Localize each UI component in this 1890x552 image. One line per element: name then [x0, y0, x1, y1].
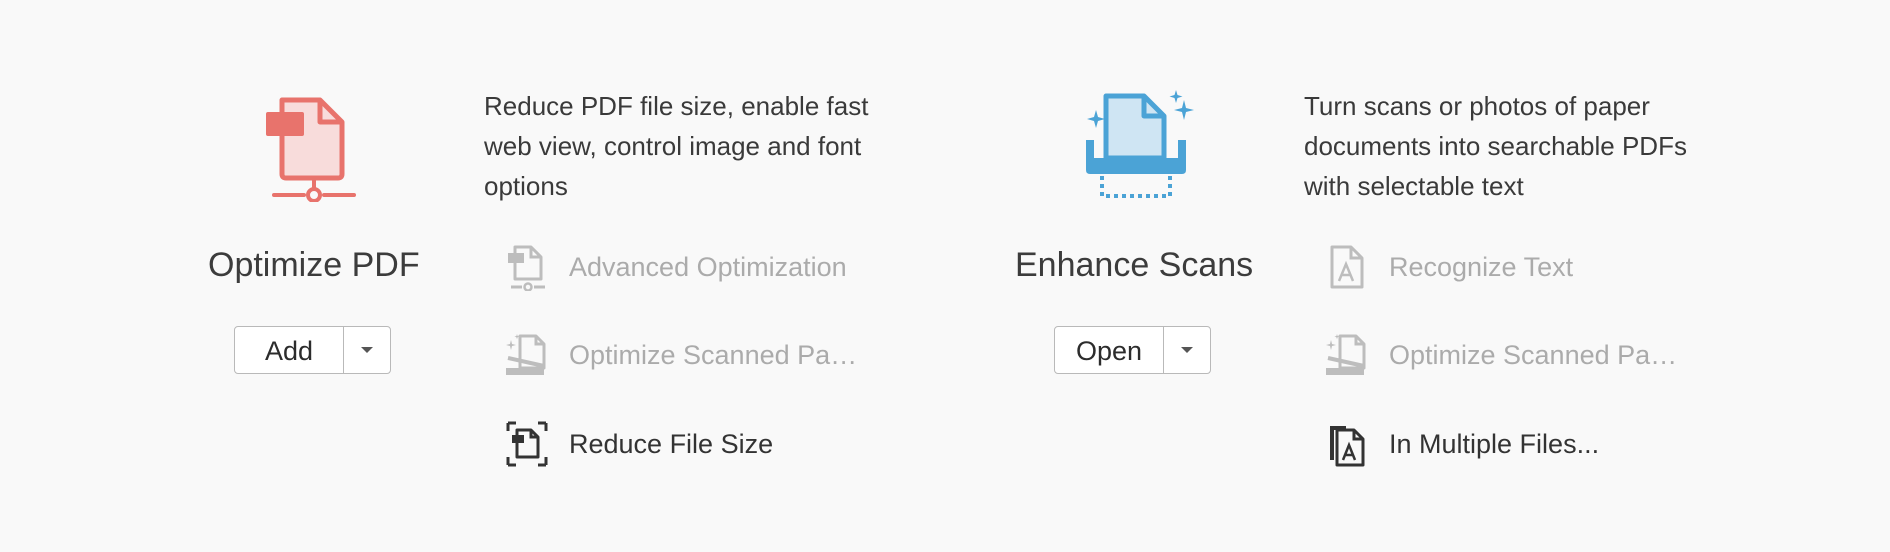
- chevron-down-icon: [361, 347, 373, 353]
- reduce-file-size-icon: [502, 419, 552, 469]
- feature-in-multiple-files[interactable]: In Multiple Files...: [1322, 418, 1599, 470]
- optimize-scanned-pages-icon: [502, 330, 552, 380]
- enhance-scans-icon: [1086, 90, 1194, 198]
- chevron-down-icon: [1181, 347, 1193, 353]
- feature-recognize-text[interactable]: Recognize Text: [1322, 241, 1573, 293]
- feature-label: Optimize Scanned Pa…: [1389, 339, 1678, 370]
- add-button[interactable]: Add: [235, 327, 344, 373]
- add-dropdown-button[interactable]: [344, 327, 390, 373]
- feature-label: Optimize Scanned Pa…: [569, 339, 858, 370]
- feature-label: Reduce File Size: [569, 428, 774, 459]
- multiple-files-icon: [1322, 419, 1372, 469]
- add-split-button: Add: [234, 326, 391, 374]
- tool-title-enhance-scans: Enhance Scans: [1015, 246, 1254, 284]
- optimize-pdf-icon: [266, 97, 356, 202]
- optimize-scanned-pages-icon: [1322, 330, 1372, 380]
- tool-description: Reduce PDF file size, enable fast web vi…: [484, 91, 869, 201]
- feature-optimize-scanned-pages[interactable]: Optimize Scanned Pa…: [502, 329, 857, 381]
- open-button[interactable]: Open: [1055, 327, 1164, 373]
- tool-description: Turn scans or photos of paper documents …: [1304, 91, 1687, 201]
- feature-label: Advanced Optimization: [569, 251, 847, 282]
- feature-advanced-optimization[interactable]: Advanced Optimization: [502, 241, 847, 293]
- advanced-optimization-icon: [502, 242, 552, 292]
- feature-optimize-scanned-pages[interactable]: Optimize Scanned Pa…: [1322, 329, 1677, 381]
- open-split-button: Open: [1054, 326, 1211, 374]
- feature-reduce-file-size[interactable]: Reduce File Size: [502, 418, 773, 470]
- tool-title-optimize-pdf: Optimize PDF: [208, 246, 420, 284]
- feature-label: In Multiple Files...: [1389, 428, 1600, 459]
- feature-label: Recognize Text: [1389, 251, 1574, 282]
- open-dropdown-button[interactable]: [1164, 327, 1210, 373]
- recognize-text-icon: [1322, 242, 1372, 292]
